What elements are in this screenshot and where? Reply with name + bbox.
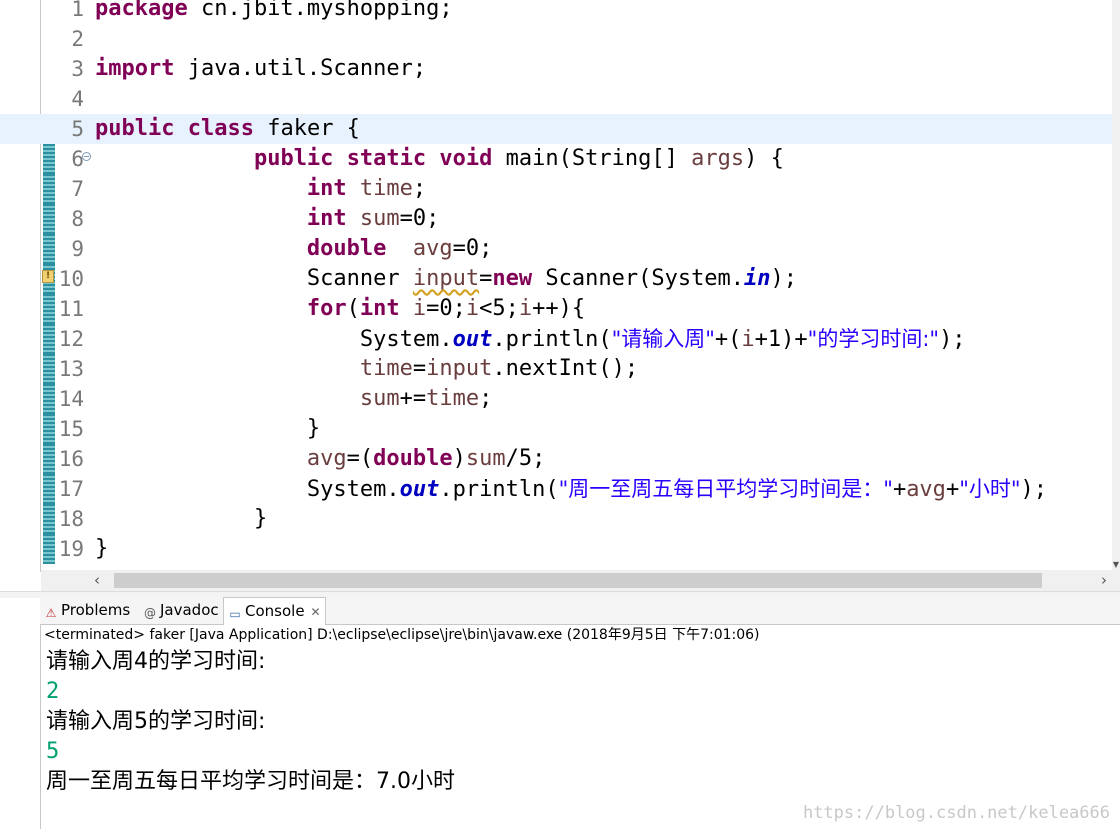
- code-line[interactable]: 11 for(int i=0;i<5;i++){: [0, 294, 1112, 324]
- code-line[interactable]: 16 avg=(double)sum/5;: [0, 444, 1112, 474]
- line-number: 15: [58, 417, 84, 441]
- tab-javadoc[interactable]: @ Javadoc: [139, 597, 223, 624]
- tab-label: Problems: [61, 601, 131, 619]
- horizontal-scroll-thumb[interactable]: [114, 573, 1042, 588]
- code-line[interactable]: 13 time=input.nextInt();: [0, 354, 1112, 384]
- line-number: 18: [58, 507, 84, 531]
- code-text[interactable]: int time;: [95, 174, 426, 204]
- tab-console[interactable]: ▭ Console ✕: [223, 597, 326, 625]
- line-number: 2: [71, 27, 84, 51]
- line-number: 10: [58, 267, 84, 291]
- code-line[interactable]: 12 System.out.println("请输入周"+(i+1)+"的学习时…: [0, 324, 1112, 354]
- code-text[interactable]: avg=(double)sum/5;: [95, 444, 545, 474]
- scroll-left-arrow-icon[interactable]: ‹: [87, 570, 107, 591]
- code-line[interactable]: 18 }: [0, 504, 1112, 534]
- vertical-scrollbar[interactable]: ▼: [1112, 0, 1120, 572]
- tab-label: Javadoc: [160, 601, 219, 619]
- line-number: 17: [58, 477, 84, 501]
- line-number: 13: [58, 357, 84, 381]
- line-number: 1: [71, 0, 84, 21]
- line-number: 7: [71, 177, 84, 201]
- code-line[interactable]: 3 import java.util.Scanner;: [0, 54, 1112, 84]
- code-text[interactable]: time=input.nextInt();: [95, 354, 638, 384]
- code-line[interactable]: 19}: [0, 534, 1112, 564]
- problems-icon: ⚠: [45, 606, 57, 620]
- code-line[interactable]: 17 System.out.println("周一至周五每日平均学习时间是："+…: [0, 474, 1112, 504]
- warning-icon[interactable]: !: [42, 270, 54, 283]
- code-text[interactable]: }: [95, 504, 267, 534]
- code-text[interactable]: public class faker {: [95, 114, 360, 144]
- code-text[interactable]: import java.util.Scanner;: [95, 54, 426, 84]
- console-output-line: 请输入周4的学习时间:: [46, 649, 266, 674]
- horizontal-scrollbar[interactable]: ‹ ›: [41, 570, 1120, 591]
- code-line[interactable]: 7 int time;: [0, 174, 1112, 204]
- console-input-line: 5: [46, 739, 60, 764]
- code-line[interactable]: 8 int sum=0;: [0, 204, 1112, 234]
- code-text[interactable]: Scanner input=new Scanner(System.in);: [95, 264, 797, 294]
- line-number: 6: [71, 147, 84, 171]
- code-line[interactable]: 14 sum+=time;: [0, 384, 1112, 414]
- line-number: 8: [71, 207, 84, 231]
- line-number: 16: [58, 447, 84, 471]
- code-line[interactable]: 4: [0, 84, 1112, 114]
- console-output-line: 请输入周5的学习时间:: [46, 709, 266, 734]
- code-line[interactable]: 2: [0, 24, 1112, 54]
- line-number: 5: [71, 117, 84, 141]
- code-text[interactable]: public static void main(String[] args) {: [95, 144, 784, 174]
- code-line[interactable]: 6− public static void main(String[] args…: [0, 144, 1112, 174]
- code-text[interactable]: }: [95, 414, 320, 444]
- line-number: 9: [71, 237, 84, 261]
- close-icon[interactable]: ✕: [311, 605, 321, 619]
- code-text[interactable]: System.out.println("周一至周五每日平均学习时间是："+avg…: [95, 474, 1047, 505]
- scroll-down-arrow-icon[interactable]: ▼: [1112, 560, 1120, 570]
- line-number: 12: [58, 327, 84, 351]
- console-input-line: 2: [46, 679, 60, 704]
- code-line[interactable]: 15 }: [0, 414, 1112, 444]
- console-status-line: <terminated> faker [Java Application] D:…: [44, 627, 760, 643]
- panel-left-border: [40, 597, 41, 829]
- line-number: 19: [58, 537, 84, 561]
- code-line[interactable]: 10! Scanner input=new Scanner(System.in)…: [0, 264, 1112, 294]
- code-text[interactable]: double avg=0;: [95, 234, 492, 264]
- console-output[interactable]: 请输入周4的学习时间: 2 请输入周5的学习时间: 5 周一至周五每日平均学习时间是：7…: [46, 647, 1106, 797]
- line-number: 4: [71, 87, 84, 111]
- bottom-panel-tabbar: ⚠ Problems @ Javadoc ▭ Console ✕: [40, 597, 1120, 625]
- code-text[interactable]: }: [95, 534, 108, 564]
- scroll-right-arrow-icon[interactable]: ›: [1094, 570, 1114, 591]
- code-line[interactable]: 5 public class faker {: [0, 114, 1112, 144]
- line-number: 11: [58, 297, 84, 321]
- javadoc-icon: @: [144, 606, 156, 620]
- code-text[interactable]: for(int i=0;i<5;i++){: [95, 294, 585, 324]
- code-editor[interactable]: 1 package cn.jbit.myshopping; 2 3 import jav…: [0, 0, 1120, 572]
- line-number: 3: [71, 57, 84, 81]
- fold-collapse-icon[interactable]: −: [82, 152, 91, 161]
- console-icon: ▭: [229, 607, 241, 621]
- console-output-line: 周一至周五每日平均学习时间是：7.0小时: [46, 769, 455, 794]
- line-number: 14: [58, 387, 84, 411]
- tab-label: Console: [245, 602, 305, 620]
- tab-problems[interactable]: ⚠ Problems: [40, 597, 134, 624]
- code-text[interactable]: sum+=time;: [95, 384, 492, 414]
- code-text[interactable]: System.out.println("请输入周"+(i+1)+"的学习时间:"…: [95, 324, 966, 355]
- code-text[interactable]: int sum=0;: [95, 204, 440, 234]
- code-line[interactable]: 9 double avg=0;: [0, 234, 1112, 264]
- code-line[interactable]: 1 package cn.jbit.myshopping;: [0, 0, 1112, 24]
- code-text[interactable]: package cn.jbit.myshopping;: [95, 0, 453, 24]
- watermark-text: https://blog.csdn.net/kelea666: [802, 803, 1110, 823]
